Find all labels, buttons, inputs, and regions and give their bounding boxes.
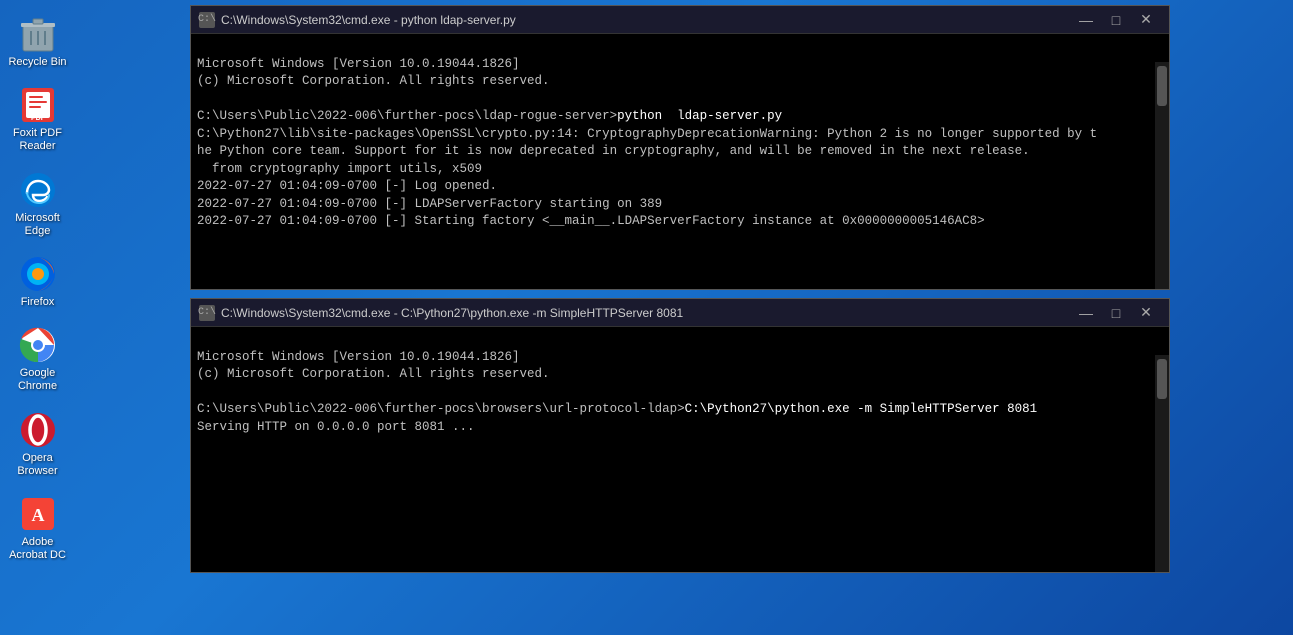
foxit-label: Foxit PDF Reader bbox=[6, 127, 70, 153]
cmd-controls-1: — □ ✕ bbox=[1071, 6, 1161, 34]
scrollbar-2[interactable] bbox=[1155, 355, 1169, 572]
cmd-window-httpserver: C:\ C:\Windows\System32\cmd.exe - C:\Pyt… bbox=[190, 298, 1170, 573]
edge-label: MicrosoftEdge bbox=[15, 212, 60, 238]
cmd-line-1-2: (c) Microsoft Corporation. All rights re… bbox=[197, 74, 550, 88]
cmd-titlebar-2: C:\ C:\Windows\System32\cmd.exe - C:\Pyt… bbox=[191, 299, 1169, 327]
cmd-controls-2: — □ ✕ bbox=[1071, 299, 1161, 327]
cmd-content-1[interactable]: Microsoft Windows [Version 10.0.19044.18… bbox=[191, 34, 1169, 289]
cmd-minimize-1[interactable]: — bbox=[1071, 6, 1101, 34]
cmd-wrapper-2: Microsoft Windows [Version 10.0.19044.18… bbox=[191, 327, 1169, 572]
cmd-line-1-8: 2022-07-27 01:04:09-0700 [-] Log opened. bbox=[197, 179, 497, 193]
cmd-titlebar-icon-1: C:\ bbox=[199, 12, 215, 28]
cmd-line-1-10: 2022-07-27 01:04:09-0700 [-] Starting fa… bbox=[197, 214, 985, 228]
cmd-line-2-2: (c) Microsoft Corporation. All rights re… bbox=[197, 367, 550, 381]
scrollbar-1[interactable] bbox=[1155, 62, 1169, 289]
opera-browser-icon[interactable]: OperaBrowser bbox=[2, 406, 74, 482]
cmd-title-2: C:\Windows\System32\cmd.exe - C:\Python2… bbox=[221, 306, 1071, 320]
foxit-pdf-icon[interactable]: PDF Foxit PDF Reader bbox=[2, 81, 74, 157]
cmd-line-1-4: C:\Users\Public\2022-006\further-pocs\ld… bbox=[197, 109, 782, 123]
cmd-maximize-2[interactable]: □ bbox=[1101, 299, 1131, 327]
chrome-label: GoogleChrome bbox=[18, 367, 57, 393]
cmd-title-1: C:\Windows\System32\cmd.exe - python lda… bbox=[221, 13, 1071, 27]
opera-label: OperaBrowser bbox=[17, 452, 57, 478]
cmd-close-2[interactable]: ✕ bbox=[1131, 299, 1161, 327]
cmd-line-1-7: from cryptography import utils, x509 bbox=[197, 162, 482, 176]
cmd-line-2-1: Microsoft Windows [Version 10.0.19044.18… bbox=[197, 350, 520, 364]
microsoft-edge-icon[interactable]: MicrosoftEdge bbox=[2, 166, 74, 242]
adobe-acrobat-icon[interactable]: A AdobeAcrobat DC bbox=[2, 490, 74, 566]
cmd-line-2-4: C:\Users\Public\2022-006\further-pocs\br… bbox=[197, 402, 1037, 416]
cmd-minimize-2[interactable]: — bbox=[1071, 299, 1101, 327]
google-chrome-icon[interactable]: GoogleChrome bbox=[2, 321, 74, 397]
cmd-line-1-5: C:\Python27\lib\site-packages\OpenSSL\cr… bbox=[197, 127, 1097, 141]
cmd-titlebar-icon-2: C:\ bbox=[199, 305, 215, 321]
svg-text:PDF: PDF bbox=[31, 115, 46, 122]
cmd-titlebar-1: C:\ C:\Windows\System32\cmd.exe - python… bbox=[191, 6, 1169, 34]
cmd-windows-area: C:\ C:\Windows\System32\cmd.exe - python… bbox=[190, 5, 1170, 581]
recycle-bin-label: Recycle Bin bbox=[8, 56, 66, 69]
svg-text:A: A bbox=[31, 505, 44, 525]
cmd-line-1-9: 2022-07-27 01:04:09-0700 [-] LDAPServerF… bbox=[197, 197, 662, 211]
cmd-line-2-5: Serving HTTP on 0.0.0.0 port 8081 ... bbox=[197, 420, 475, 434]
scrollbar-thumb-1[interactable] bbox=[1157, 66, 1167, 106]
recycle-bin-icon[interactable]: Recycle Bin bbox=[2, 10, 74, 73]
firefox-icon[interactable]: Firefox bbox=[2, 250, 74, 313]
cmd-line-1-6: he Python core team. Support for it is n… bbox=[197, 144, 1030, 158]
scrollbar-thumb-2[interactable] bbox=[1157, 359, 1167, 399]
cmd-content-2[interactable]: Microsoft Windows [Version 10.0.19044.18… bbox=[191, 327, 1169, 572]
desktop-icons: Recycle Bin PDF Foxit PDF Reader bbox=[0, 0, 75, 635]
adobe-label: AdobeAcrobat DC bbox=[9, 536, 66, 562]
cmd-wrapper-1: Microsoft Windows [Version 10.0.19044.18… bbox=[191, 34, 1169, 289]
cmd-line-1-1: Microsoft Windows [Version 10.0.19044.18… bbox=[197, 57, 520, 71]
cmd-maximize-1[interactable]: □ bbox=[1101, 6, 1131, 34]
cmd-close-1[interactable]: ✕ bbox=[1131, 6, 1161, 34]
firefox-label: Firefox bbox=[21, 296, 55, 309]
cmd-window-ldap-server: C:\ C:\Windows\System32\cmd.exe - python… bbox=[190, 5, 1170, 290]
